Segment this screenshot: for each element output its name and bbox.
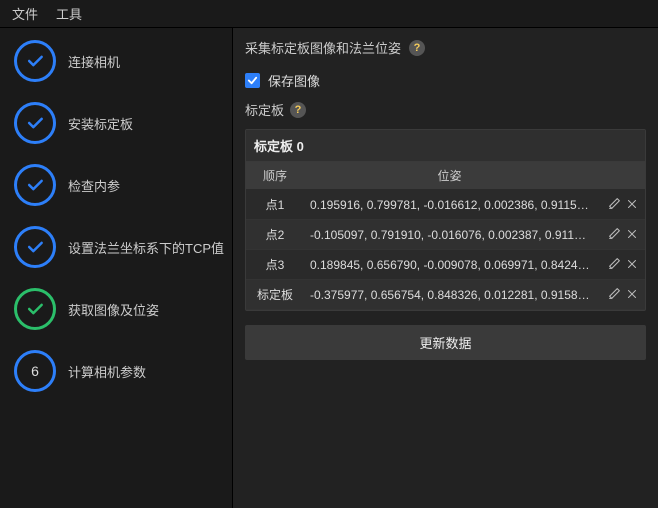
cell-actions: [595, 220, 645, 250]
edit-icon[interactable]: [607, 196, 621, 210]
save-image-row[interactable]: 保存图像: [245, 71, 646, 90]
close-icon[interactable]: [625, 257, 639, 271]
step-calc-params[interactable]: 6 计算相机参数: [14, 350, 224, 392]
table-row[interactable]: 点30.189845, 0.656790, -0.009078, 0.06997…: [246, 250, 645, 280]
cell-pose: 0.189845, 0.656790, -0.009078, 0.069971,…: [304, 250, 595, 280]
cell-pose: -0.375977, 0.656754, 0.848326, 0.012281,…: [304, 280, 595, 310]
step-set-tcp[interactable]: 设置法兰坐标系下的TCP值: [14, 226, 224, 268]
step-label: 检查内参: [68, 176, 120, 195]
sidebar: 连接相机 安装标定板 检查内参 设置法兰坐标系下的TCP值 获取图像及位姿: [0, 28, 232, 508]
cell-actions: [595, 280, 645, 310]
check-icon: [14, 226, 56, 268]
cell-seq: 标定板: [246, 280, 304, 310]
cell-pose: 0.195916, 0.799781, -0.016612, 0.002386,…: [304, 190, 595, 220]
cell-seq: 点2: [246, 220, 304, 250]
board-section: 标定板 ?: [245, 100, 646, 119]
help-icon[interactable]: ?: [409, 40, 425, 56]
step-label: 计算相机参数: [68, 362, 146, 381]
panel-title: 采集标定板图像和法兰位姿: [245, 38, 401, 57]
step-label: 设置法兰坐标系下的TCP值: [68, 238, 224, 257]
check-icon: [14, 288, 56, 330]
cell-pose: -0.105097, 0.791910, -0.016076, 0.002387…: [304, 220, 595, 250]
cell-actions: [595, 250, 645, 280]
pose-table: 顺序 位姿 点10.195916, 0.799781, -0.016612, 0…: [246, 162, 645, 310]
edit-icon[interactable]: [607, 256, 621, 270]
table-container: 标定板 0 顺序 位姿 点10.195916, 0.799781, -0.016…: [245, 129, 646, 311]
step-label: 连接相机: [68, 52, 120, 71]
save-image-label: 保存图像: [268, 71, 320, 90]
edit-icon[interactable]: [607, 286, 621, 300]
check-icon: [14, 40, 56, 82]
menubar: 文件 工具: [0, 0, 658, 28]
content-panel: 采集标定板图像和法兰位姿 ? 保存图像 标定板 ? 标定板 0 顺序 位姿: [232, 28, 658, 508]
step-check-intrinsics[interactable]: 检查内参: [14, 164, 224, 206]
col-seq: 顺序: [246, 162, 304, 190]
panel-header: 采集标定板图像和法兰位姿 ?: [245, 38, 646, 57]
cell-seq: 点3: [246, 250, 304, 280]
close-icon[interactable]: [625, 197, 639, 211]
close-icon[interactable]: [625, 287, 639, 301]
menu-tools[interactable]: 工具: [56, 4, 82, 23]
table-title: 标定板 0: [246, 130, 645, 162]
main: 连接相机 安装标定板 检查内参 设置法兰坐标系下的TCP值 获取图像及位姿: [0, 28, 658, 508]
check-icon: [14, 102, 56, 144]
step-install-board[interactable]: 安装标定板: [14, 102, 224, 144]
close-icon[interactable]: [625, 227, 639, 241]
table-row[interactable]: 点2-0.105097, 0.791910, -0.016076, 0.0023…: [246, 220, 645, 250]
help-icon[interactable]: ?: [290, 102, 306, 118]
step-label: 获取图像及位姿: [68, 300, 159, 319]
cell-actions: [595, 190, 645, 220]
menu-file[interactable]: 文件: [12, 4, 38, 23]
step-connect-camera[interactable]: 连接相机: [14, 40, 224, 82]
edit-icon[interactable]: [607, 226, 621, 240]
checkbox-icon[interactable]: [245, 73, 260, 88]
cell-seq: 点1: [246, 190, 304, 220]
table-row[interactable]: 点10.195916, 0.799781, -0.016612, 0.00238…: [246, 190, 645, 220]
check-icon: [14, 164, 56, 206]
col-pose: 位姿: [304, 162, 595, 190]
step-acquire-image-pose[interactable]: 获取图像及位姿: [14, 288, 224, 330]
table-row[interactable]: 标定板-0.375977, 0.656754, 0.848326, 0.0122…: [246, 280, 645, 310]
col-actions: [595, 162, 645, 190]
update-data-button[interactable]: 更新数据: [245, 325, 646, 360]
step-number-icon: 6: [14, 350, 56, 392]
step-label: 安装标定板: [68, 114, 133, 133]
board-section-label: 标定板: [245, 100, 284, 119]
